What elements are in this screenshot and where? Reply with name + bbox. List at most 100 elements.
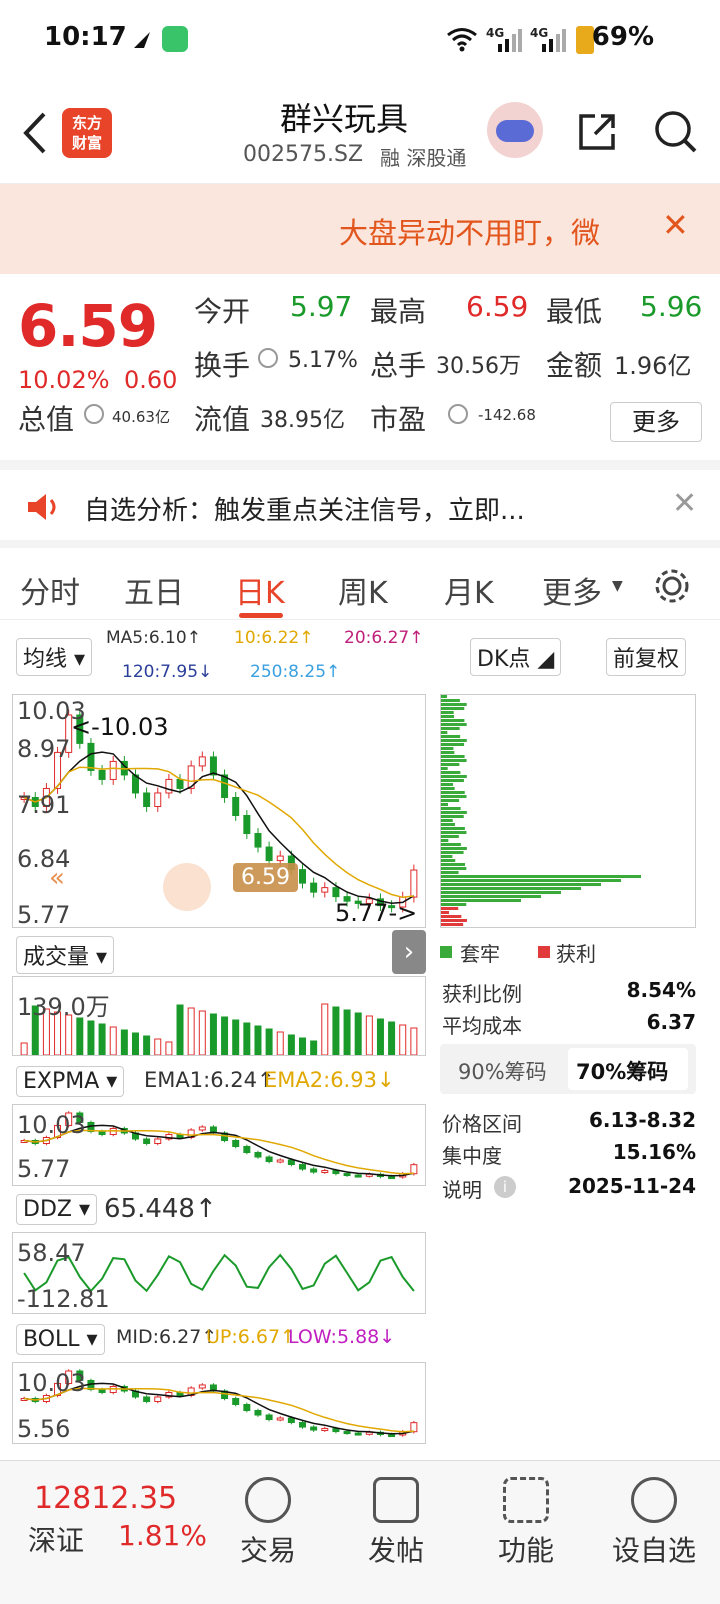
chip-bar <box>441 871 459 874</box>
volume-bar <box>299 1037 307 1056</box>
expma-chart[interactable]: 10.03 5.77 <box>12 1104 426 1186</box>
notice-close-icon[interactable]: ✕ <box>672 486 697 521</box>
ma10-label: 10:6.22↑ <box>234 628 314 648</box>
candle-body <box>276 855 284 862</box>
volume-bar <box>154 1038 162 1056</box>
tab-monthly-k[interactable]: 月K <box>444 568 494 612</box>
candle-body <box>98 769 106 780</box>
analysis-notice[interactable]: 自选分析：触发重点关注信号，立即... ✕ <box>0 460 720 540</box>
ma5-line <box>23 751 415 904</box>
trap-legend: 套牢 <box>460 942 500 966</box>
chip-bar <box>441 903 467 906</box>
post-button[interactable]: 发帖 <box>346 1471 446 1569</box>
chip-bar <box>441 803 449 806</box>
app-logo[interactable]: 东方 财富 <box>62 108 112 158</box>
y-label-2: 8.97 <box>17 735 71 763</box>
candle-body <box>87 742 95 771</box>
chip-bar <box>441 719 465 722</box>
chip-bar <box>441 899 521 902</box>
function-label: 功能 <box>497 1534 554 1567</box>
chip-bar <box>441 775 467 778</box>
back-icon[interactable] <box>18 108 52 158</box>
low-label: 最低 <box>546 295 603 328</box>
tab-5day[interactable]: 五日 <box>124 568 184 612</box>
index-name[interactable]: 深证 <box>28 1519 84 1559</box>
turnover-label: 换手 <box>194 349 251 382</box>
concentration-value: 15.16% <box>612 1140 696 1164</box>
index-value[interactable]: 12812.35 <box>34 1481 177 1516</box>
tab-chip-70-label: 70%筹码 <box>576 1060 669 1084</box>
chip-bar <box>441 791 465 794</box>
candle-body <box>343 1431 351 1435</box>
index-change[interactable]: 1.81% <box>118 1519 207 1552</box>
boll-chart[interactable]: 10.03 5.56 <box>12 1362 426 1444</box>
candle-body <box>265 846 273 862</box>
ddz-chart[interactable]: 58.47 -112.81 <box>12 1232 426 1314</box>
chip-bar <box>441 875 641 878</box>
candle-body <box>310 1426 318 1431</box>
assistant-avatar[interactable] <box>487 102 543 158</box>
candle-body <box>276 1159 284 1163</box>
zoom-out-icon[interactable] <box>163 863 211 911</box>
tab-more[interactable]: 更多 <box>542 568 602 612</box>
banner-close-icon[interactable]: ✕ <box>662 206 689 244</box>
speaker-icon <box>26 492 62 522</box>
chip-bar <box>441 739 467 742</box>
volume-chart[interactable]: 139.0万 <box>12 976 426 1056</box>
dk-point-select[interactable]: DK点 ◢ <box>470 638 562 676</box>
settings-gear-icon[interactable] <box>652 566 692 606</box>
chip-bar <box>441 731 448 734</box>
expand-right-icon[interactable]: › <box>392 930 426 974</box>
info-icon[interactable] <box>84 404 104 424</box>
volume-bar <box>76 1017 84 1056</box>
boll-max-label: 10.03 <box>17 1369 86 1397</box>
tab-chip-70[interactable]: 70%筹码 <box>568 1048 688 1090</box>
chip-distribution-chart[interactable] <box>440 694 696 928</box>
trade-button[interactable]: 交易 <box>218 1471 318 1569</box>
stock-tags[interactable]: 融 深股通 <box>380 142 466 171</box>
info-icon[interactable] <box>448 404 468 424</box>
kline-chart[interactable]: 10.03 8.97 7.91 6.84 5.77 <-10.03 5.77->… <box>12 694 426 929</box>
candle-body <box>410 1422 418 1433</box>
boll-mid-label: MID:6.27↑ <box>116 1326 218 1348</box>
info-icon[interactable] <box>258 348 278 368</box>
ma-type-select[interactable]: 均线 ▾ <box>16 638 93 676</box>
info-icon[interactable]: i <box>494 1176 516 1198</box>
candle-body <box>321 1170 329 1174</box>
expma-max-label: 10.03 <box>17 1111 86 1139</box>
volume-bar <box>354 1012 362 1056</box>
volume-bar <box>310 1040 318 1056</box>
ddz-select[interactable]: DDZ ▾ <box>16 1194 97 1225</box>
prev-arrow-icon[interactable]: « <box>49 863 65 893</box>
more-quote-button[interactable]: 更多 <box>610 402 702 442</box>
ma10-line <box>23 766 414 899</box>
share-icon[interactable] <box>575 110 619 154</box>
tab-intraday[interactable]: 分时 <box>20 568 80 612</box>
boll-select[interactable]: BOLL ▾ <box>16 1324 105 1355</box>
amount-label: 金额 <box>546 349 603 382</box>
volume-bar <box>221 1016 229 1056</box>
tab-chip-90[interactable]: 90%筹码 <box>458 1056 547 1086</box>
price-range-value: 6.13-8.32 <box>589 1108 696 1132</box>
watchlist-label: 设自选 <box>611 1534 696 1567</box>
ddz-max-label: 58.47 <box>17 1239 86 1267</box>
max-annotation: <-10.03 <box>71 713 169 741</box>
chip-bar <box>441 895 541 898</box>
function-button[interactable]: 功能 <box>476 1471 576 1569</box>
volume-bar <box>276 1031 284 1056</box>
search-icon[interactable] <box>652 108 698 156</box>
tab-weekly-k[interactable]: 周K <box>338 568 388 612</box>
chip-bar <box>441 891 561 894</box>
expma-select[interactable]: EXPMA ▾ <box>16 1066 125 1097</box>
adjust-select[interactable]: 前复权 <box>606 638 687 676</box>
candle-body <box>299 1422 307 1428</box>
ma250-label: 250:8.25↑ <box>250 662 341 682</box>
tab-daily-k[interactable]: 日K <box>235 568 285 612</box>
change-percent: 10.02% <box>18 366 110 394</box>
candle-body <box>287 1417 295 1424</box>
promo-banner[interactable]: 大盘异动不用盯，微 ✕ <box>0 184 720 274</box>
volume-bar <box>321 1003 329 1056</box>
ddz-value: 65.448↑ <box>104 1194 217 1224</box>
volume-select[interactable]: 成交量 ▾ <box>16 936 115 974</box>
add-watchlist-button[interactable]: 设自选 <box>604 1471 704 1569</box>
